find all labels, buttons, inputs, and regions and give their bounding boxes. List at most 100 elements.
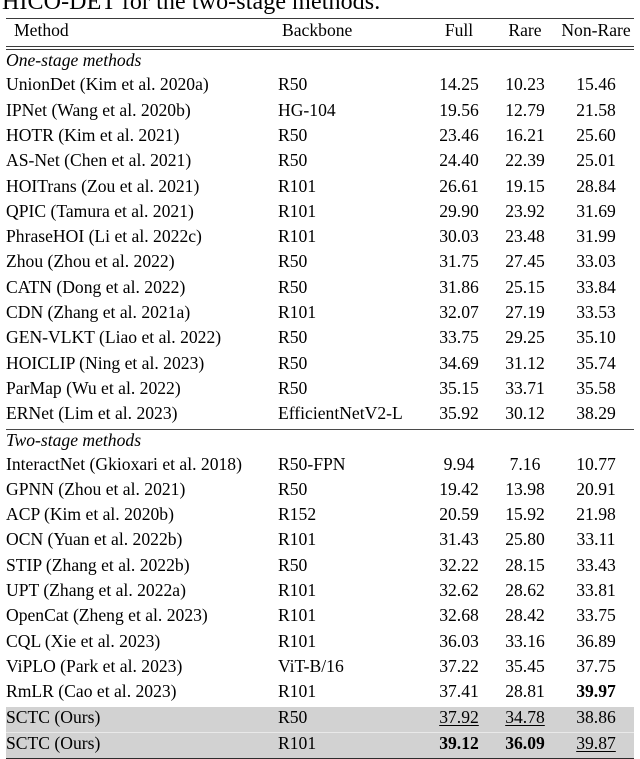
cell-non-rare: 10.77 (558, 454, 634, 479)
table-row[interactable]: PhraseHOI (Li et al. 2022c)R10130.0323.4… (6, 226, 634, 251)
cell-non-rare: 33.43 (558, 555, 634, 580)
cell-full: 37.41 (426, 681, 492, 706)
table-row[interactable]: ViPLO (Park et al. 2023)ViT-B/1637.2235.… (6, 656, 634, 681)
column-header-backbone: Backbone (278, 19, 426, 47)
table-row[interactable]: RmLR (Cao et al. 2023)R10137.4128.8139.9… (6, 681, 634, 706)
cell-rare: 12.79 (492, 100, 558, 125)
table-row[interactable]: SCTC (Ours)R10139.1236.0939.87 (6, 732, 634, 758)
cell-non-rare: 33.53 (558, 302, 634, 327)
cell-non-rare: 21.58 (558, 100, 634, 125)
cell-full: 35.92 (426, 403, 492, 429)
cell-full: 31.86 (426, 277, 492, 302)
cell-backbone: R50 (278, 327, 426, 352)
cell-non-rare: 35.74 (558, 353, 634, 378)
table-row[interactable]: GEN-VLKT (Liao et al. 2022)R5033.7529.25… (6, 327, 634, 352)
cell-backbone: R50 (278, 125, 426, 150)
table-row[interactable]: GPNN (Zhou et al. 2021)R5019.4213.9820.9… (6, 479, 634, 504)
cell-non-rare: 25.60 (558, 125, 634, 150)
table-row[interactable]: OpenCat (Zheng et al. 2023)R10132.6828.4… (6, 605, 634, 630)
cell-non-rare: 31.69 (558, 201, 634, 226)
table-row[interactable]: ACP (Kim et al. 2020b)R15220.5915.9221.9… (6, 504, 634, 529)
cell-backbone: R50 (278, 479, 426, 504)
cell-backbone: ViT-B/16 (278, 656, 426, 681)
cell-method: Zhou (Zhou et al. 2022) (6, 251, 278, 276)
cell-non-rare: 31.99 (558, 226, 634, 251)
cell-non-rare: 38.86 (558, 707, 634, 733)
cell-non-rare: 33.03 (558, 251, 634, 276)
cell-non-rare: 33.11 (558, 529, 634, 554)
cell-backbone: R50 (278, 251, 426, 276)
cell-rare: 22.39 (492, 150, 558, 175)
table-row[interactable]: ParMap (Wu et al. 2022)R5035.1533.7135.5… (6, 378, 634, 403)
cell-method: UnionDet (Kim et al. 2020a) (6, 74, 278, 99)
section-label-row: Two-stage methods (6, 430, 634, 454)
column-header-full: Full (426, 19, 492, 47)
table-row[interactable]: ERNet (Lim et al. 2023)EfficientNetV2-L3… (6, 403, 634, 429)
cell-rare: 23.92 (492, 201, 558, 226)
cell-backbone: R101 (278, 302, 426, 327)
cell-rare: 19.15 (492, 176, 558, 201)
cell-full: 32.62 (426, 580, 492, 605)
cell-backbone: EfficientNetV2-L (278, 403, 426, 429)
table-row[interactable]: UPT (Zhang et al. 2022a)R10132.6228.6233… (6, 580, 634, 605)
cell-rare: 28.81 (492, 681, 558, 706)
cell-rare: 25.15 (492, 277, 558, 302)
cell-method: InteractNet (Gkioxari et al. 2018) (6, 454, 278, 479)
table-row[interactable]: CDN (Zhang et al. 2021a)R10132.0727.1933… (6, 302, 634, 327)
cell-backbone: HG-104 (278, 100, 426, 125)
table-row[interactable]: QPIC (Tamura et al. 2021)R10129.9023.923… (6, 201, 634, 226)
cell-rare: 29.25 (492, 327, 558, 352)
cell-method: QPIC (Tamura et al. 2021) (6, 201, 278, 226)
cell-backbone: R101 (278, 529, 426, 554)
table-row[interactable]: CATN (Dong et al. 2022)R5031.8625.1533.8… (6, 277, 634, 302)
cell-rare: 25.80 (492, 529, 558, 554)
column-header-non-rare: Non-Rare (558, 19, 634, 47)
results-table: MethodBackboneFullRareNon-RareOne-stage … (6, 18, 634, 759)
results-table-body: MethodBackboneFullRareNon-RareOne-stage … (6, 19, 634, 759)
results-table-container: MethodBackboneFullRareNon-RareOne-stage … (6, 18, 634, 759)
cell-method: ACP (Kim et al. 2020b) (6, 504, 278, 529)
cell-rare: 27.45 (492, 251, 558, 276)
cell-method: HOITrans (Zou et al. 2021) (6, 176, 278, 201)
table-row[interactable]: HOICLIP (Ning et al. 2023)R5034.6931.123… (6, 353, 634, 378)
cell-method: OCN (Yuan et al. 2022b) (6, 529, 278, 554)
cell-full: 26.61 (426, 176, 492, 201)
table-row[interactable]: AS-Net (Chen et al. 2021)R5024.4022.3925… (6, 150, 634, 175)
table-row[interactable]: HOTR (Kim et al. 2021)R5023.4616.2125.60 (6, 125, 634, 150)
table-row[interactable]: HOITrans (Zou et al. 2021)R10126.6119.15… (6, 176, 634, 201)
cell-rare: 35.45 (492, 656, 558, 681)
cell-method: HOTR (Kim et al. 2021) (6, 125, 278, 150)
cell-method: RmLR (Cao et al. 2023) (6, 681, 278, 706)
cell-method: ViPLO (Park et al. 2023) (6, 656, 278, 681)
cell-full: 32.22 (426, 555, 492, 580)
cell-full: 31.43 (426, 529, 492, 554)
table-row[interactable]: Zhou (Zhou et al. 2022)R5031.7527.4533.0… (6, 251, 634, 276)
cell-backbone: R50 (278, 150, 426, 175)
cell-non-rare: 20.91 (558, 479, 634, 504)
cell-full: 32.07 (426, 302, 492, 327)
table-row[interactable]: SCTC (Ours)R5037.9234.7838.86 (6, 707, 634, 733)
table-row[interactable]: InteractNet (Gkioxari et al. 2018)R50-FP… (6, 454, 634, 479)
table-row[interactable]: STIP (Zhang et al. 2022b)R5032.2228.1533… (6, 555, 634, 580)
cell-rare: 34.78 (492, 707, 558, 733)
cell-backbone: R101 (278, 201, 426, 226)
cell-backbone: R101 (278, 226, 426, 251)
cell-full: 19.56 (426, 100, 492, 125)
value-bold: 39.97 (576, 681, 616, 701)
table-row[interactable]: CQL (Xie et al. 2023)R10136.0333.1636.89 (6, 631, 634, 656)
cell-full: 39.12 (426, 732, 492, 758)
table-row[interactable]: UnionDet (Kim et al. 2020a)R5014.2510.23… (6, 74, 634, 99)
cell-method: GEN-VLKT (Liao et al. 2022) (6, 327, 278, 352)
cell-method: ERNet (Lim et al. 2023) (6, 403, 278, 429)
section-label: Two-stage methods (6, 430, 634, 454)
table-row[interactable]: IPNet (Wang et al. 2020b)HG-10419.5612.7… (6, 100, 634, 125)
cell-rare: 13.98 (492, 479, 558, 504)
cell-full: 29.90 (426, 201, 492, 226)
cell-backbone: R50 (278, 555, 426, 580)
cell-non-rare: 33.75 (558, 605, 634, 630)
table-row[interactable]: OCN (Yuan et al. 2022b)R10131.4325.8033.… (6, 529, 634, 554)
cell-rare: 10.23 (492, 74, 558, 99)
cell-full: 9.94 (426, 454, 492, 479)
cell-non-rare: 15.46 (558, 74, 634, 99)
cell-non-rare: 36.89 (558, 631, 634, 656)
